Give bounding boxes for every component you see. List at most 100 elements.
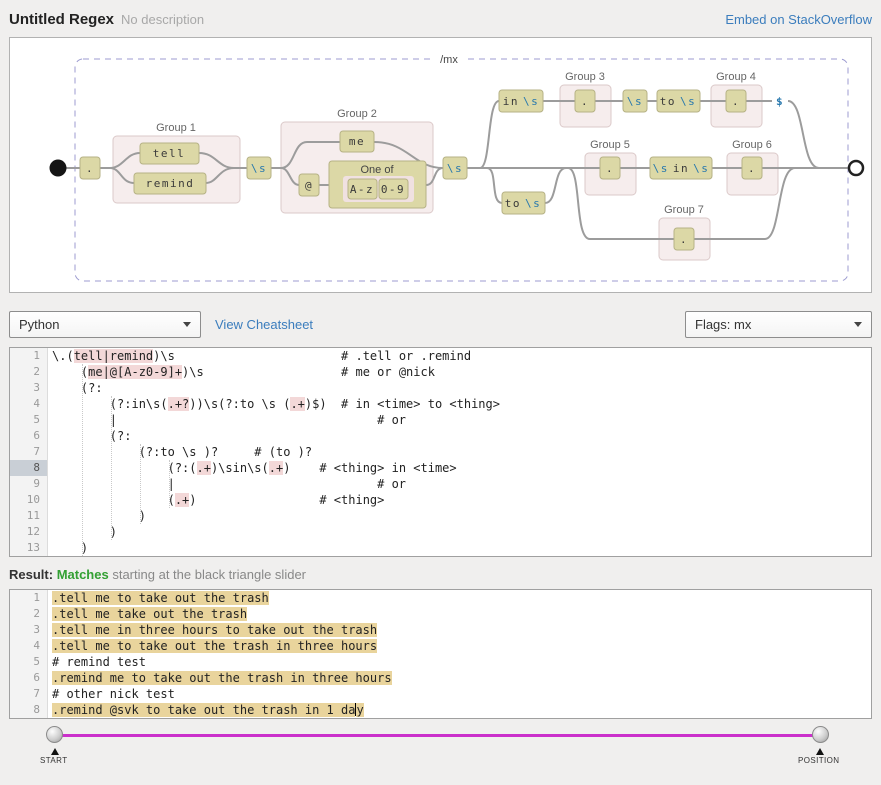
svg-text:0-9: 0-9 xyxy=(381,183,405,196)
view-cheatsheet-link[interactable]: View Cheatsheet xyxy=(215,317,313,332)
railroad-diagram: Group 1 Group 2 Group 3 Group 4 Group 5 … xyxy=(10,38,870,292)
line-number: 12 xyxy=(10,524,48,540)
line-number: 4 xyxy=(10,638,48,654)
line-number: 7 xyxy=(10,444,48,460)
editor-line: 10 (.+) # <thing> xyxy=(10,492,871,508)
token-literal-dot: . xyxy=(80,157,100,179)
page-title: Untitled Regex xyxy=(9,11,114,28)
svg-text:Group 7: Group 7 xyxy=(664,204,704,216)
line-number: 2 xyxy=(10,364,48,380)
svg-text:\sin\s: \sin\s xyxy=(653,162,710,175)
token-whitespace-3: \s xyxy=(623,90,647,112)
editor-line: 11 ) xyxy=(10,508,871,524)
language-select[interactable]: Python xyxy=(9,311,201,338)
editor-line: 2.tell me take out the trash xyxy=(10,606,871,622)
editor-line: 3 (?: xyxy=(10,380,871,396)
line-text: ) xyxy=(48,524,117,540)
line-text: | # or xyxy=(48,476,406,492)
token-whitespace-2: \s xyxy=(443,157,467,179)
editor-line: 13 ) xyxy=(10,540,871,556)
line-number: 9 xyxy=(10,476,48,492)
token-at-sign: @ xyxy=(299,174,319,196)
line-number: 3 xyxy=(10,622,48,638)
token-any-char-group7: . xyxy=(674,228,694,250)
header: Untitled Regex No description Embed on S… xyxy=(9,11,872,28)
token-any-char-group6: . xyxy=(742,157,762,179)
svg-text:me: me xyxy=(349,135,365,148)
line-number: 5 xyxy=(10,412,48,428)
result-line: Result: Matches starting at the black tr… xyxy=(9,567,872,582)
editor-line: 5# remind test xyxy=(10,654,871,670)
page-subtitle: No description xyxy=(121,12,204,27)
svg-text:.: . xyxy=(581,95,589,108)
svg-text:.: . xyxy=(680,233,688,246)
line-number: 8 xyxy=(10,702,48,718)
line-number: 11 xyxy=(10,508,48,524)
line-text: .remind me to take out the trash in thre… xyxy=(48,670,392,686)
line-text: .tell me to take out the trash in three … xyxy=(48,638,377,654)
line-text: \.(tell|remind)\s # .tell or .remind xyxy=(48,348,471,364)
token-me: me xyxy=(340,131,374,152)
embed-stackoverflow-link[interactable]: Embed on StackOverflow xyxy=(725,12,872,27)
svg-text:Group 5: Group 5 xyxy=(590,139,630,151)
start-label: START xyxy=(40,756,67,765)
line-text: (?: xyxy=(48,380,103,396)
editor-line: 12 ) xyxy=(10,524,871,540)
line-text: (me|@[A-z0-9]+)\s # me or @nick xyxy=(48,364,435,380)
editor-line: 6 (?: xyxy=(10,428,871,444)
editor-line: 3.tell me in three hours to take out the… xyxy=(10,622,871,638)
line-number: 10 xyxy=(10,492,48,508)
line-number: 8 xyxy=(10,460,48,476)
line-number: 1 xyxy=(10,348,48,364)
position-slider-handle[interactable] xyxy=(812,726,829,743)
slider-track[interactable] xyxy=(55,734,820,737)
line-number: 4 xyxy=(10,396,48,412)
line-text: .tell me take out the trash xyxy=(48,606,247,622)
editor-line: 9 | # or xyxy=(10,476,871,492)
result-status: Matches xyxy=(57,567,109,582)
svg-text:@: @ xyxy=(305,179,313,192)
result-label: Result: xyxy=(9,567,53,582)
start-slider-handle[interactable] xyxy=(46,726,63,743)
svg-text:A-z: A-z xyxy=(350,183,374,196)
svg-text:Group 6: Group 6 xyxy=(732,139,772,151)
regex-editor[interactable]: 1\.(tell|remind)\s # .tell or .remind2 (… xyxy=(9,347,872,557)
line-text: (?:(.+)\sin\s(.+) # <thing> in <time> xyxy=(48,460,457,476)
line-number: 6 xyxy=(10,428,48,444)
token-whitespace-1: \s xyxy=(247,157,271,179)
line-text: # remind test xyxy=(48,654,146,670)
editor-line: 1.tell me to take out the trash xyxy=(10,590,871,606)
editor-line: 4 (?:in\s(.+?))\s(?:to \s (.+)$) # in <t… xyxy=(10,396,871,412)
line-text: .tell me in three hours to take out the … xyxy=(48,622,377,638)
editor-line: 7 (?:to \s )? # (to )? xyxy=(10,444,871,460)
line-number: 5 xyxy=(10,654,48,670)
line-text: (?: xyxy=(48,428,131,444)
svg-text:.: . xyxy=(86,162,94,175)
line-text: .tell me to take out the trash xyxy=(48,590,269,606)
token-any-char-group4: . xyxy=(726,90,746,112)
token-tell: tell xyxy=(140,143,199,164)
svg-text:Group 3: Group 3 xyxy=(565,71,605,83)
editor-line: 8.remind @svk to take out the trash in 1… xyxy=(10,702,871,718)
line-number: 3 xyxy=(10,380,48,396)
svg-text:\s: \s xyxy=(447,162,463,175)
svg-text:One of: One of xyxy=(360,164,394,176)
line-text: (?:to \s )? # (to )? xyxy=(48,444,312,460)
editor-line: 7# other nick test xyxy=(10,686,871,702)
line-text: .remind @svk to take out the trash in 1 … xyxy=(48,702,364,718)
language-select-value: Python xyxy=(19,317,59,332)
editor-line: 2 (me|@[A-z0-9]+)\s # me or @nick xyxy=(10,364,871,380)
editor-line: 4.tell me to take out the trash in three… xyxy=(10,638,871,654)
test-string-editor[interactable]: 1.tell me to take out the trash2.tell me… xyxy=(9,589,872,719)
token-any-char-group5: . xyxy=(600,157,620,179)
svg-text:Group 2: Group 2 xyxy=(337,108,377,120)
line-text: ) xyxy=(48,508,146,524)
svg-text:.: . xyxy=(606,162,614,175)
flags-select[interactable]: Flags: mx xyxy=(685,311,872,338)
editor-line: 5 | # or xyxy=(10,412,871,428)
railroad-diagram-panel: Group 1 Group 2 Group 3 Group 4 Group 5 … xyxy=(9,37,872,293)
controls-row: Python View Cheatsheet Flags: mx xyxy=(9,311,872,338)
svg-text:.: . xyxy=(748,162,756,175)
editor-line: 1\.(tell|remind)\s # .tell or .remind xyxy=(10,348,871,364)
editor-line: 8 (?:(.+)\sin\s(.+) # <thing> in <time> xyxy=(10,460,871,476)
